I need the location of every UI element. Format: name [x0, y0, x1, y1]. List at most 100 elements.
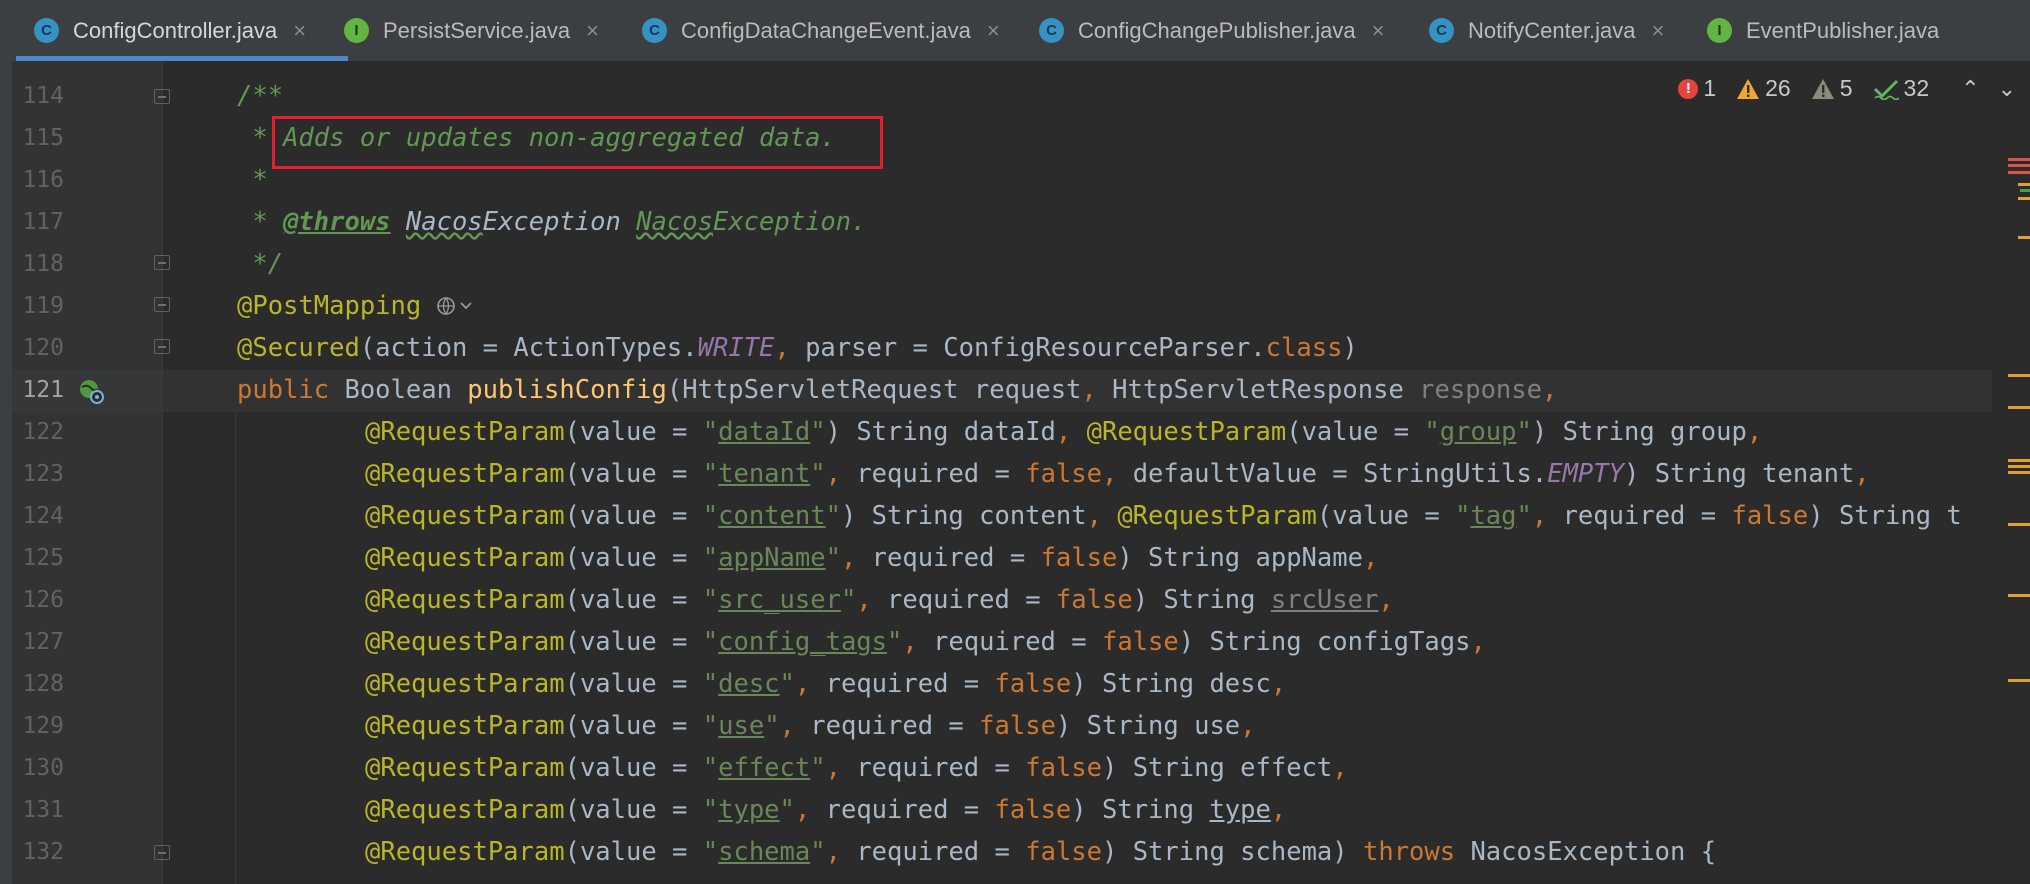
error-count[interactable]: ! 1: [1678, 75, 1716, 102]
error-stripe[interactable]: [1994, 61, 2030, 884]
string-literal: src_user: [718, 585, 841, 615]
error-marker[interactable]: [2008, 164, 2030, 167]
annotation: @RequestParam: [365, 711, 565, 741]
string-literal: dataId: [718, 417, 811, 447]
code-text: parser = ConfigResourceParser.: [805, 333, 1266, 363]
comma: ,: [1101, 459, 1118, 489]
change-marker[interactable]: [2020, 189, 2030, 192]
code-text: HttpServletResponse: [1112, 375, 1420, 405]
code-line-124: @RequestParam(value = "content") String …: [365, 495, 1962, 537]
fold-marker-icon[interactable]: [154, 297, 170, 312]
code-text: ) String t: [1808, 501, 1962, 531]
comma: ,: [1854, 459, 1870, 489]
previous-highlight-icon[interactable]: ⌃: [1961, 76, 1979, 102]
code-text: required =: [887, 585, 1056, 615]
doc-tag: @throws: [283, 207, 391, 237]
string-literal: config_tags: [718, 627, 888, 657]
close-icon[interactable]: ×: [586, 18, 599, 44]
string-quote: ": [702, 795, 719, 825]
doc-comment-star: *: [237, 207, 284, 237]
error-count-value: 1: [1703, 75, 1717, 101]
warning-marker[interactable]: [2008, 594, 2030, 597]
line-number: 120: [22, 335, 64, 361]
fold-marker-icon[interactable]: [154, 845, 170, 860]
code-line-126: @RequestParam(value = "src_user", requir…: [365, 579, 1394, 621]
tab-persistservice[interactable]: I PersistService.java ×: [344, 0, 599, 61]
doc-text: Nacos: [636, 207, 713, 237]
warning-marker[interactable]: [2008, 679, 2030, 682]
string-literal: content: [718, 501, 826, 531]
string-quote: ": [702, 669, 719, 699]
static-field: EMPTY: [1547, 459, 1624, 489]
comma: ,: [794, 795, 811, 825]
comma: ,: [1531, 501, 1548, 531]
code-text: required =: [933, 627, 1102, 657]
code-text: (value =: [564, 585, 703, 615]
error-marker[interactable]: [2008, 171, 2030, 174]
close-icon[interactable]: ×: [1372, 18, 1385, 44]
close-icon[interactable]: ×: [987, 18, 1000, 44]
tab-configdatachangeevent[interactable]: C ConfigDataChangeEvent.java ×: [642, 0, 1000, 61]
warning-marker[interactable]: [2018, 236, 2030, 239]
line-number: 130: [22, 755, 64, 781]
warning-marker[interactable]: [2008, 471, 2030, 474]
tab-configcontroller[interactable]: C ConfigController.java ×: [14, 0, 350, 61]
warning-marker[interactable]: [2018, 183, 2030, 186]
weak-warning-count[interactable]: 5: [1811, 75, 1853, 102]
line-number: 132: [22, 839, 64, 865]
warning-count[interactable]: 26: [1736, 75, 1791, 102]
string-literal: appName: [718, 543, 826, 573]
keyword: class: [1265, 333, 1343, 363]
fold-marker-icon[interactable]: [154, 339, 170, 354]
doc-comment: *: [237, 165, 268, 195]
code-text: ): [1342, 333, 1358, 363]
warning-marker[interactable]: [2008, 459, 2030, 462]
code-text: ) String group: [1531, 417, 1747, 447]
code-line-116: *: [237, 159, 268, 201]
close-icon[interactable]: ×: [1652, 18, 1665, 44]
line-number: 129: [22, 713, 64, 739]
error-marker[interactable]: [2008, 158, 2030, 161]
string-quote: ": [702, 543, 719, 573]
tab-notifycenter[interactable]: C NotifyCenter.java ×: [1429, 0, 1664, 61]
keyword: false: [1025, 837, 1102, 867]
indent-guide: [235, 412, 236, 884]
code-text: required =: [856, 753, 1026, 783]
code-line-121: public Boolean publishConfig(HttpServlet…: [237, 369, 1557, 411]
warning-marker[interactable]: [2008, 465, 2030, 468]
error-icon: !: [1678, 78, 1699, 99]
annotation: @RequestParam: [365, 501, 565, 531]
comma: ,: [856, 585, 872, 615]
comma: ,: [902, 627, 918, 657]
keyword: false: [994, 669, 1072, 699]
fold-marker-icon[interactable]: [154, 255, 170, 270]
tab-eventpublisher[interactable]: I EventPublisher.java: [1707, 0, 1939, 61]
typo-check-icon: [1873, 79, 1899, 100]
url-globe-icon[interactable]: [437, 296, 477, 316]
inspection-widget[interactable]: ! 1 26 5 32 ⌃ ⌄: [1678, 75, 2016, 102]
web-endpoint-icon[interactable]: [78, 378, 104, 404]
code-text: Boolean: [344, 375, 468, 405]
tab-label: NotifyCenter.java: [1468, 17, 1636, 43]
keyword: false: [1025, 459, 1102, 489]
class-icon: C: [1429, 18, 1454, 43]
warning-count-value: 26: [1765, 75, 1791, 101]
string-quote: ": [1455, 501, 1471, 531]
keyword: false: [1055, 585, 1133, 615]
line-number: 115: [22, 125, 64, 151]
warning-marker[interactable]: [2008, 523, 2030, 526]
code-text: NacosException {: [1470, 837, 1717, 867]
line-number: 127: [22, 629, 64, 655]
code-text: (value =: [1286, 417, 1425, 447]
string-quote: ": [840, 585, 857, 615]
warning-marker[interactable]: [2008, 406, 2030, 409]
fold-marker-icon[interactable]: [154, 89, 170, 104]
typo-count[interactable]: 32: [1873, 75, 1930, 102]
warning-marker[interactable]: [2008, 374, 2030, 377]
annotation: @RequestParam: [1086, 417, 1287, 447]
comma: ,: [1270, 795, 1287, 825]
tab-configchangepublisher[interactable]: C ConfigChangePublisher.java ×: [1039, 0, 1385, 61]
typo-count-value: 32: [1903, 75, 1930, 101]
close-icon[interactable]: ×: [293, 18, 306, 44]
warning-marker[interactable]: [2018, 197, 2030, 200]
